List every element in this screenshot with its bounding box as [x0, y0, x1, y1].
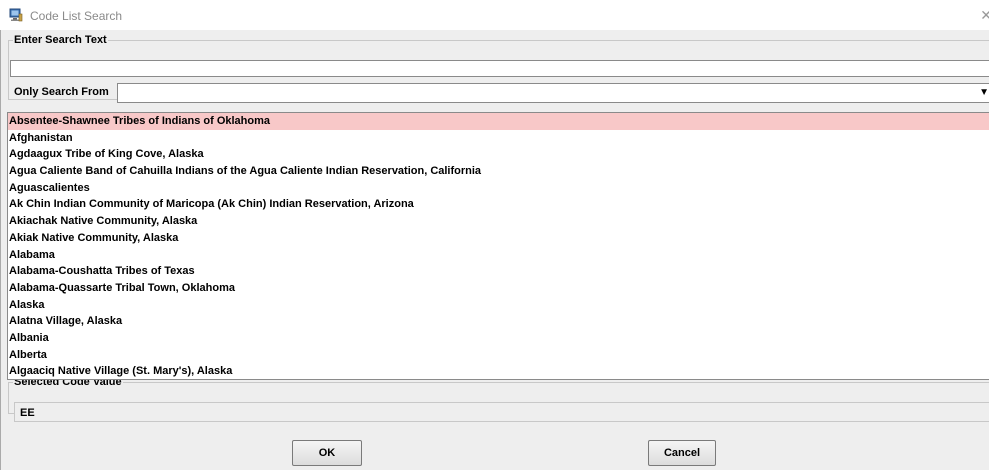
list-item[interactable]: Algaaciq Native Village (St. Mary's), Al…: [8, 363, 989, 379]
list-item[interactable]: Ak Chin Indian Community of Maricopa (Ak…: [8, 196, 989, 213]
search-group-legend: Enter Search Text: [14, 34, 107, 46]
list-item[interactable]: Alabama: [8, 247, 989, 264]
list-item[interactable]: Agdaagux Tribe of King Cove, Alaska: [8, 146, 989, 163]
ok-button[interactable]: OK: [292, 440, 362, 466]
title-bar: Code List Search ✕: [0, 0, 989, 30]
search-input[interactable]: [10, 60, 989, 77]
list-item[interactable]: Alatna Village, Alaska: [8, 313, 989, 330]
list-item[interactable]: Afghanistan: [8, 130, 989, 147]
list-item[interactable]: Absentee-Shawnee Tribes of Indians of Ok…: [8, 113, 989, 130]
computer-icon: [9, 8, 23, 22]
list-item[interactable]: Alberta: [8, 347, 989, 364]
only-search-from-select[interactable]: ▼: [117, 83, 989, 103]
list-item[interactable]: Alabama-Coushatta Tribes of Texas: [8, 263, 989, 280]
window-title: Code List Search: [30, 9, 123, 23]
list-item[interactable]: Alabama-Quassarte Tribal Town, Oklahoma: [8, 280, 989, 297]
close-icon[interactable]: ✕: [980, 7, 989, 24]
dropdown-arrow-icon[interactable]: ▼: [979, 84, 989, 102]
list-item[interactable]: Albania: [8, 330, 989, 347]
list-item[interactable]: Alaska: [8, 297, 989, 314]
only-search-from-label: Only Search From: [14, 86, 109, 98]
selected-code-value: EE: [14, 402, 989, 422]
cancel-button[interactable]: Cancel: [648, 440, 716, 466]
list-item[interactable]: Aguascalientes: [8, 180, 989, 197]
list-item[interactable]: Agua Caliente Band of Cahuilla Indians o…: [8, 163, 989, 180]
list-item[interactable]: Akiachak Native Community, Alaska: [8, 213, 989, 230]
list-item[interactable]: Akiak Native Community, Alaska: [8, 230, 989, 247]
code-list[interactable]: Absentee-Shawnee Tribes of Indians of Ok…: [7, 112, 989, 380]
